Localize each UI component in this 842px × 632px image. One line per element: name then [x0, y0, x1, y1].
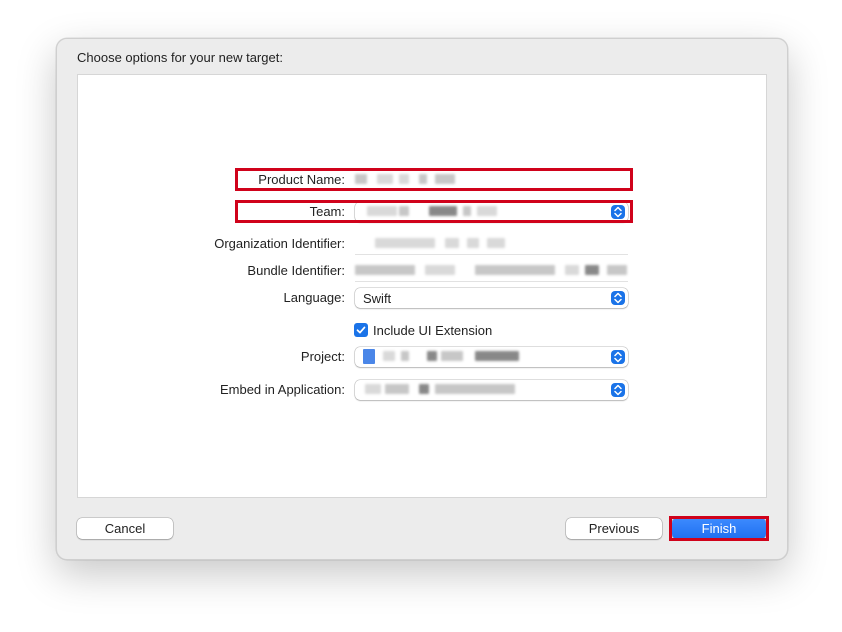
- bundle-identifier-field: [355, 261, 628, 282]
- options-panel: Product Name: Team: Organization Identif…: [77, 74, 767, 498]
- chevron-up-down-icon: [611, 205, 625, 219]
- team-label: Team:: [309, 204, 345, 219]
- include-ui-extension-label: Include UI Extension: [373, 323, 493, 338]
- project-row: Project:: [78, 346, 766, 368]
- chevron-up-down-icon: [611, 291, 625, 305]
- language-value: Swift: [363, 291, 392, 306]
- bundle-identifier-label: Bundle Identifier:: [247, 263, 345, 278]
- dialog-title: Choose options for your new target:: [77, 50, 283, 65]
- include-ui-extension-checkbox[interactable]: [354, 323, 368, 337]
- xcode-project-icon: [363, 349, 375, 364]
- new-target-options-dialog: Choose options for your new target: Prod…: [56, 38, 788, 560]
- team-popup[interactable]: [355, 202, 628, 222]
- product-name-label: Product Name:: [258, 172, 345, 187]
- product-name-row: Product Name:: [78, 169, 766, 191]
- cancel-button[interactable]: Cancel: [77, 518, 173, 539]
- finish-button[interactable]: Finish: [672, 518, 766, 539]
- language-popup[interactable]: Swift: [355, 288, 628, 308]
- language-label: Language:: [283, 290, 345, 305]
- embed-in-application-label: Embed in Application:: [219, 382, 345, 397]
- checkmark-icon: [356, 326, 366, 334]
- previous-button[interactable]: Previous: [566, 518, 662, 539]
- embed-in-application-row: Embed in Application:: [78, 379, 766, 401]
- team-row: Team:: [78, 201, 766, 223]
- embed-in-application-popup[interactable]: [355, 380, 628, 400]
- project-popup[interactable]: [355, 347, 628, 367]
- project-label: Project:: [300, 349, 345, 364]
- organization-identifier-row: Organization Identifier:: [78, 233, 766, 255]
- language-row: Language: Swift: [78, 287, 766, 309]
- product-name-field[interactable]: [355, 170, 628, 191]
- chevron-up-down-icon: [611, 383, 625, 397]
- organization-identifier-label: Organization Identifier:: [214, 236, 345, 251]
- bundle-identifier-row: Bundle Identifier:: [78, 260, 766, 282]
- organization-identifier-field[interactable]: [355, 234, 628, 255]
- chevron-up-down-icon: [611, 350, 625, 364]
